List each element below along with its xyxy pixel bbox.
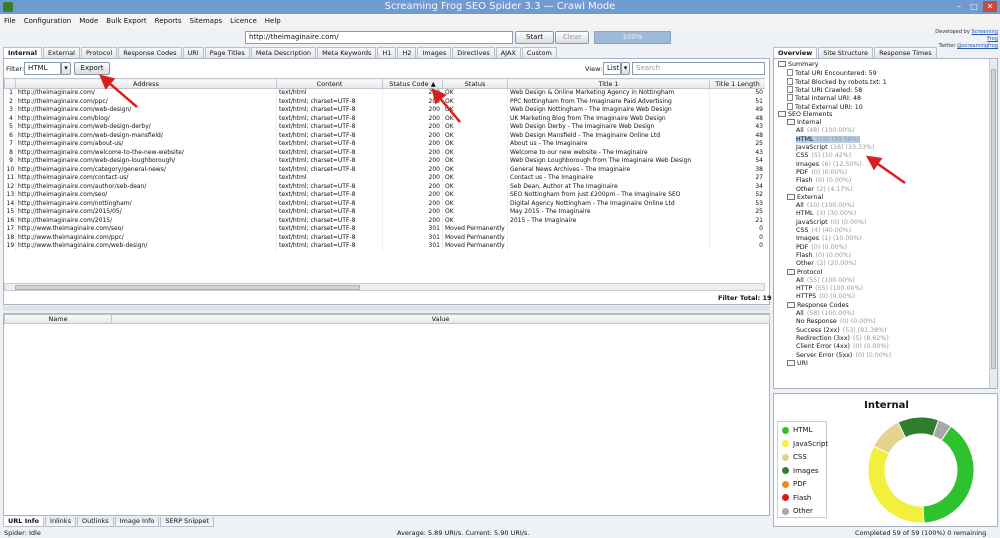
arrow-to-html-filter bbox=[865, 155, 906, 185]
annotation-arrows bbox=[99, 74, 906, 185]
arrow-to-export bbox=[99, 74, 138, 108]
arrow-to-status-code bbox=[431, 88, 461, 123]
